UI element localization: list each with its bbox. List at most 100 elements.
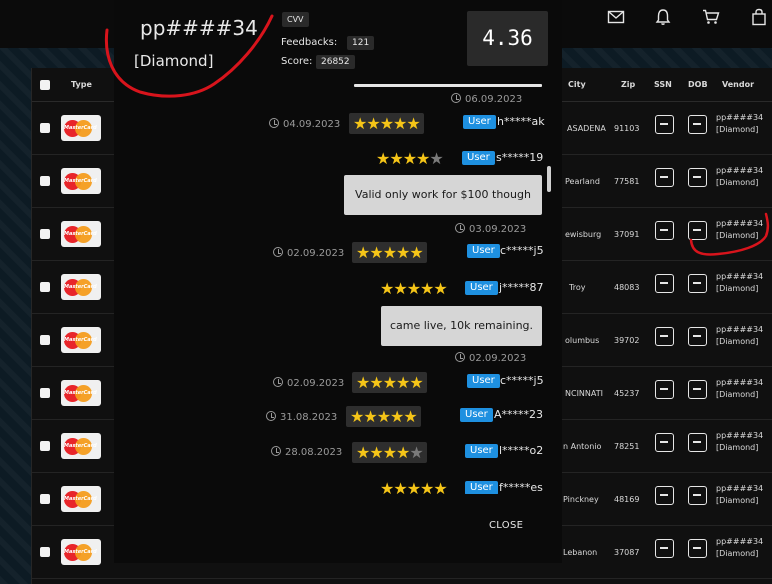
ssn-minus-icon	[655, 380, 674, 399]
row-checkbox[interactable]	[40, 229, 50, 239]
row-checkbox[interactable]	[40, 335, 50, 345]
header-vendor[interactable]: Vendor	[722, 80, 754, 89]
feedback-scrollbar[interactable]	[546, 84, 552, 494]
user-badge: User	[463, 115, 496, 129]
dob-minus-icon	[688, 115, 707, 134]
clock-icon	[273, 377, 283, 387]
reviewer-name[interactable]: h*****ak	[497, 115, 545, 128]
feedback-list[interactable]: 06.09.2023 04.09.2023 ★★★★★ User h*****a…	[114, 84, 562, 494]
dob-minus-icon	[688, 274, 707, 293]
star-rating: ★★★★★	[376, 149, 444, 168]
user-badge: User	[462, 151, 495, 165]
reviewer-name[interactable]: c*****j5	[500, 244, 544, 257]
header-dob[interactable]: DOB	[688, 80, 708, 89]
review-comment: came live, 10k remaining.	[381, 306, 542, 346]
star-rating: ★★★★★	[380, 479, 448, 494]
row-checkbox[interactable]	[40, 547, 50, 557]
review-date: 02.09.2023	[273, 377, 344, 389]
group-date: 02.09.2023	[455, 352, 526, 364]
clock-icon	[271, 446, 281, 456]
row-checkbox[interactable]	[40, 494, 50, 504]
reviewer-name[interactable]: j*****87	[499, 281, 544, 294]
reviewer-name[interactable]: c*****j5	[500, 374, 544, 387]
vendor-cell[interactable]: pp####34 [Diamond]	[716, 165, 763, 189]
cvv-tag: CVV	[282, 12, 309, 27]
mastercard-icon: MasterCard	[61, 115, 101, 141]
bell-icon[interactable]	[654, 8, 672, 26]
header-type[interactable]: Type	[71, 80, 92, 89]
zip-cell: 48083	[614, 283, 640, 292]
seller-rank: [Diamond]	[134, 52, 214, 70]
star-rating: ★★★★★	[352, 372, 427, 393]
star-rating: ★★★★★	[349, 113, 424, 134]
review-date: 28.08.2023	[271, 446, 342, 458]
close-button[interactable]: CLOSE	[489, 520, 523, 531]
row-checkbox[interactable]	[40, 282, 50, 292]
previous-comment-edge	[354, 84, 542, 87]
review-date: 04.09.2023	[269, 118, 340, 130]
reviewer-name[interactable]: f*****es	[499, 481, 543, 494]
group-date: 06.09.2023	[451, 93, 522, 105]
dob-minus-icon	[688, 327, 707, 346]
vendor-cell[interactable]: pp####34 [Diamond]	[716, 218, 763, 242]
ssn-minus-icon	[655, 115, 674, 134]
city-cell: Troy	[569, 283, 586, 292]
feedbacks-label: Feedbacks:	[281, 37, 338, 48]
select-all-checkbox[interactable]	[40, 80, 50, 90]
vendor-cell[interactable]: pp####34 [Diamond]	[716, 112, 763, 136]
rating-display: 4.36	[467, 11, 548, 66]
row-checkbox[interactable]	[40, 441, 50, 451]
star-rating: ★★★★★	[380, 279, 448, 298]
mastercard-icon: MasterCard	[61, 539, 101, 565]
header-zip[interactable]: Zip	[621, 80, 635, 89]
clock-icon	[451, 93, 461, 103]
row-checkbox[interactable]	[40, 123, 50, 133]
city-cell: Pinckney	[563, 495, 599, 504]
review-date: 31.08.2023	[266, 411, 337, 423]
header-ssn[interactable]: SSN	[654, 80, 672, 89]
vendor-cell[interactable]: pp####34 [Diamond]	[716, 430, 763, 454]
mail-icon[interactable]	[607, 8, 625, 26]
mastercard-icon: MasterCard	[61, 274, 101, 300]
ssn-minus-icon	[655, 433, 674, 452]
city-cell: Lebanon	[563, 548, 598, 557]
zip-cell: 78251	[614, 442, 640, 451]
zip-cell: 37091	[614, 230, 640, 239]
reviewer-name[interactable]: A*****23	[494, 408, 543, 421]
feedbacks-value: 121	[347, 36, 375, 50]
dob-minus-icon	[688, 380, 707, 399]
mastercard-icon: MasterCard	[61, 168, 101, 194]
ssn-minus-icon	[655, 168, 674, 187]
row-checkbox[interactable]	[40, 388, 50, 398]
star-rating: ★★★★★	[352, 242, 427, 263]
vendor-cell[interactable]: pp####34 [Diamond]	[716, 536, 763, 560]
mastercard-icon: MasterCard	[61, 380, 101, 406]
ssn-minus-icon	[655, 327, 674, 346]
vendor-cell[interactable]: pp####34 [Diamond]	[716, 377, 763, 401]
zip-cell: 48169	[614, 495, 640, 504]
vendor-cell[interactable]: pp####34 [Diamond]	[716, 483, 763, 507]
clock-icon	[455, 352, 465, 362]
cart-icon[interactable]	[702, 8, 720, 26]
city-cell: NCINNATI	[565, 389, 603, 398]
reviewer-name[interactable]: s*****19	[496, 151, 543, 164]
bag-icon[interactable]	[750, 8, 768, 26]
zip-cell: 45237	[614, 389, 640, 398]
header-city[interactable]: City	[568, 80, 586, 89]
vendor-cell[interactable]: pp####34 [Diamond]	[716, 324, 763, 348]
star-rating: ★★★★★	[352, 442, 427, 463]
scrollbar-thumb[interactable]	[547, 166, 551, 192]
user-badge: User	[460, 408, 493, 422]
zip-cell: 39702	[614, 336, 640, 345]
row-checkbox[interactable]	[40, 176, 50, 186]
vendor-cell[interactable]: pp####34 [Diamond]	[716, 271, 763, 295]
clock-icon	[455, 223, 465, 233]
clock-icon	[273, 247, 283, 257]
group-date: 03.09.2023	[455, 223, 526, 235]
dob-minus-icon	[688, 168, 707, 187]
dob-minus-icon	[688, 221, 707, 240]
dob-minus-icon	[688, 433, 707, 452]
user-badge: User	[465, 281, 498, 295]
zip-cell: 37087	[614, 548, 640, 557]
reviewer-name[interactable]: l*****o2	[499, 444, 543, 457]
